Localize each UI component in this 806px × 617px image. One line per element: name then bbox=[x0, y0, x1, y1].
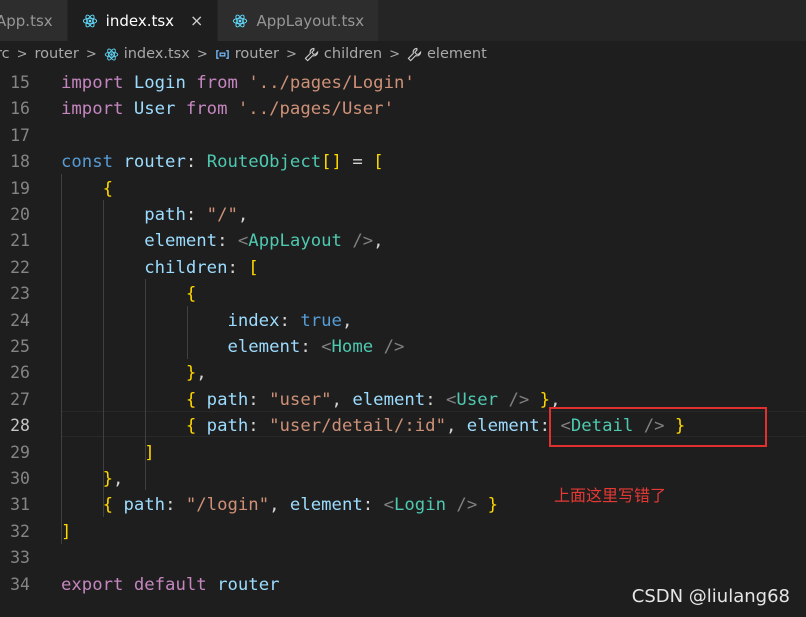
code-line: 32] bbox=[10, 521, 72, 542]
breadcrumb-item-children[interactable]: children bbox=[304, 46, 382, 62]
annotation-highlight-box bbox=[549, 407, 767, 447]
annotation-text: 上面这里写错了 bbox=[554, 486, 667, 505]
react-icon bbox=[233, 14, 248, 27]
code-line: 24 index: true, bbox=[10, 310, 353, 331]
code-line: 23 { bbox=[10, 284, 197, 305]
chevron-right-icon: > bbox=[389, 46, 401, 62]
code-line: 31 { path: "/login", element: <Login /> … bbox=[10, 495, 499, 516]
chevron-right-icon: > bbox=[286, 46, 297, 62]
tab-applayout-tsx[interactable]: AppLayout.tsx bbox=[218, 0, 380, 41]
code-line: 17 bbox=[10, 125, 30, 145]
code-line: 19 { bbox=[10, 178, 114, 199]
code-line: 25 element: <Home /> bbox=[10, 337, 405, 357]
code-editor[interactable]: 15 import Login from '../pages/Login' 16 i… bbox=[0, 68, 806, 617]
wrench-icon bbox=[407, 47, 422, 61]
tab-label: AppLayout.tsx bbox=[256, 11, 365, 30]
watermark: CSDN @liulang68 bbox=[631, 586, 790, 607]
breadcrumb-item-src[interactable]: rc bbox=[0, 46, 10, 62]
wrench-icon bbox=[304, 47, 319, 61]
breadcrumb-item-element[interactable]: element bbox=[407, 46, 487, 62]
react-icon bbox=[82, 14, 97, 27]
code-line: 26 }, bbox=[10, 363, 207, 384]
tab-app-tsx[interactable]: App.tsx bbox=[0, 0, 68, 41]
react-icon bbox=[104, 48, 118, 60]
close-icon[interactable]: × bbox=[190, 11, 203, 30]
breadcrumb-item-index-tsx[interactable]: index.tsx bbox=[104, 46, 190, 62]
tab-index-tsx[interactable]: index.tsx × bbox=[67, 0, 219, 41]
breadcrumb: rc > router > index.tsx > router > child… bbox=[0, 41, 806, 67]
code-line: 21 element: <AppLayout />, bbox=[10, 231, 384, 252]
code-line: 33 bbox=[10, 548, 30, 568]
code-line: 18 const router: RouteObject[] = [ bbox=[10, 152, 384, 173]
tab-label: index.tsx bbox=[105, 11, 175, 30]
chevron-right-icon: > bbox=[16, 46, 28, 62]
variable-icon bbox=[215, 49, 229, 59]
code-line: 20 path: "/", bbox=[10, 205, 249, 225]
code-line: 22 children: [ bbox=[10, 257, 259, 278]
breadcrumb-item-router-folder[interactable]: router bbox=[35, 46, 79, 62]
editor-tab-bar: App.tsx index.tsx × AppLayout.tsx bbox=[0, 0, 806, 41]
breadcrumb-item-router-variable[interactable]: router bbox=[215, 46, 279, 62]
tab-label: App.tsx bbox=[0, 11, 53, 30]
chevron-right-icon: > bbox=[85, 46, 97, 62]
code-line: 15 import Login from '../pages/Login' bbox=[10, 73, 415, 93]
code-line: 16 import User from '../pages/User' bbox=[10, 99, 394, 120]
code-line: 30 }, bbox=[10, 469, 124, 489]
chevron-right-icon: > bbox=[196, 46, 208, 62]
